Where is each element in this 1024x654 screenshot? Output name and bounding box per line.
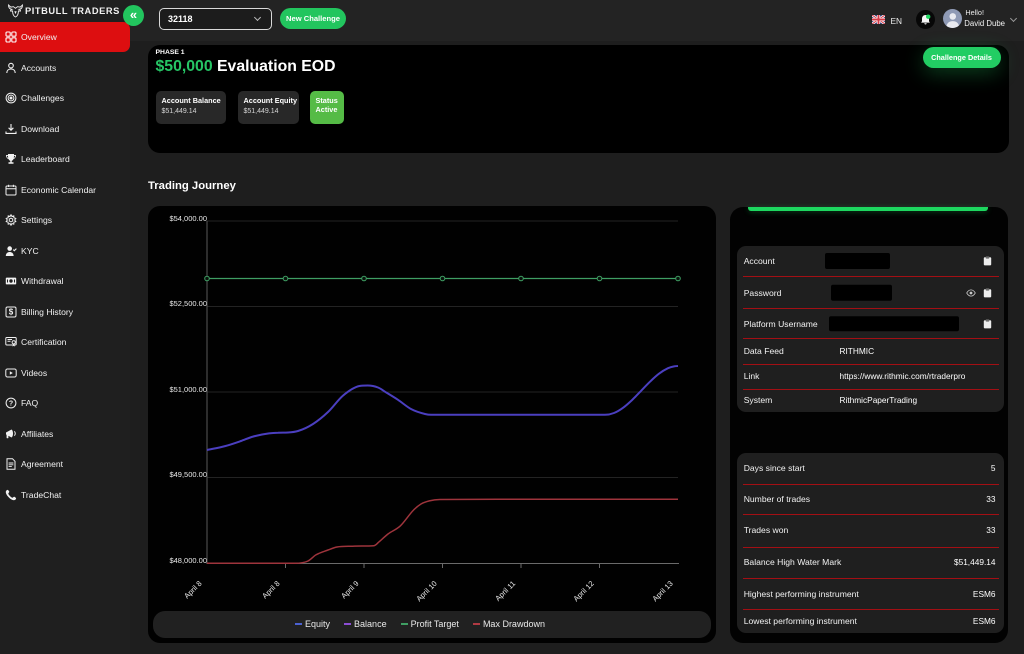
svg-text:$: $ xyxy=(9,307,14,316)
svg-text:?: ? xyxy=(9,401,13,408)
